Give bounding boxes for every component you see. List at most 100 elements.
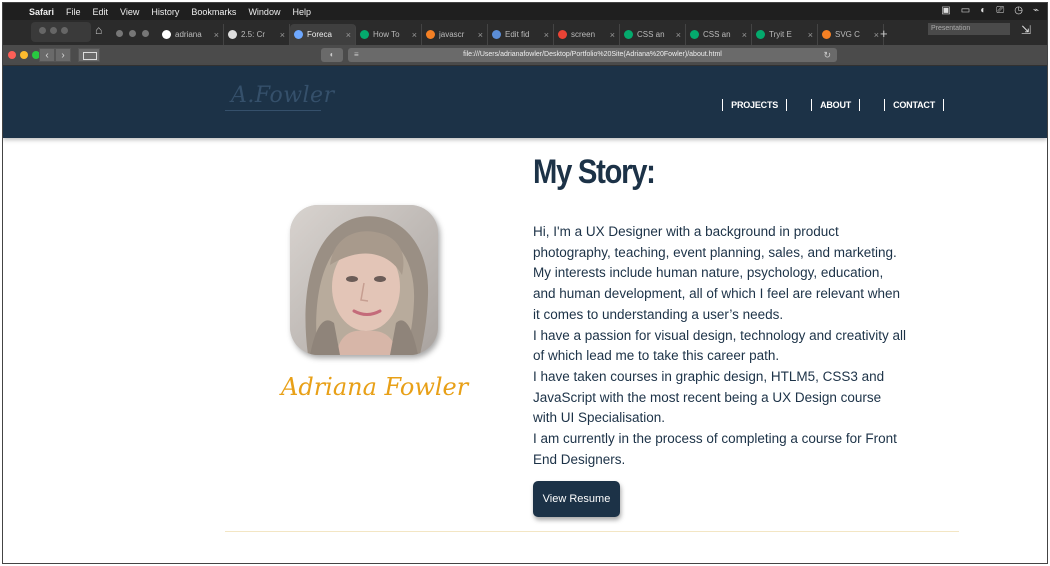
nav-contact-link[interactable]: CONTACT <box>893 100 935 110</box>
view-resume-button[interactable]: View Resume <box>533 481 620 517</box>
google-icon <box>558 30 567 39</box>
window-controls <box>8 51 40 59</box>
close-tab-icon[interactable]: × <box>874 30 879 40</box>
logo-underline <box>225 110 321 111</box>
presentation-field[interactable]: Presentation <box>928 23 1010 35</box>
nav-divider <box>786 99 788 111</box>
contrast-icon[interactable]: ◐ <box>980 5 986 16</box>
w3schools-icon <box>360 30 369 39</box>
url-text: file:///Users/adrianafowler/Desktop/Port… <box>463 51 722 58</box>
browser-tab[interactable]: SVG C × <box>818 24 884 45</box>
page-icon <box>228 30 237 39</box>
browser-tab[interactable]: CSS an × <box>620 24 686 45</box>
browser-tab[interactable]: How To × <box>356 24 422 45</box>
back-button[interactable]: ‹ <box>39 48 55 62</box>
profile-name: Adriana Fowler <box>281 373 469 401</box>
tabs: adriana × 2.5: Cr × Foreca × How To × javascr × Ed… <box>158 24 884 45</box>
nav-divider <box>859 99 861 111</box>
reader-icon[interactable]: ≡ <box>354 48 359 62</box>
sidebar-toggle-button[interactable] <box>78 48 100 62</box>
stack-icon <box>822 30 831 39</box>
close-tab-icon[interactable]: × <box>676 30 681 40</box>
close-window-button[interactable] <box>8 51 16 59</box>
story-paragraph: I have a passion for visual design, tech… <box>533 327 906 364</box>
browser-tab[interactable]: javascr × <box>422 24 488 45</box>
tab-title: Tryit E <box>769 30 792 39</box>
story-paragraph: I am currently in the process of complet… <box>533 431 897 467</box>
menu-view[interactable]: View <box>120 7 139 17</box>
nav-divider <box>722 99 724 111</box>
close-tab-icon[interactable]: × <box>610 30 615 40</box>
close-tab-icon[interactable]: × <box>346 30 351 40</box>
nav-projects-link[interactable]: PROJECTS <box>731 100 778 110</box>
close-tab-icon[interactable]: × <box>280 30 285 40</box>
github-icon <box>162 30 171 39</box>
menu-file[interactable]: File <box>66 7 81 17</box>
browser-tab[interactable]: Foreca × <box>290 24 356 45</box>
airplay-icon[interactable]: ⎚ <box>996 5 1004 16</box>
screen-frame: Safari File Edit View History Bookmarks … <box>2 2 1048 564</box>
site-nav: PROJECTS ABOUT CONTACT <box>714 99 952 111</box>
reload-icon[interactable]: ↻ <box>823 48 831 62</box>
close-tab-icon[interactable]: × <box>214 30 219 40</box>
window-icon[interactable]: ▭ <box>961 5 970 16</box>
privacy-shield-icon[interactable]: ◐ <box>321 48 343 62</box>
menu-history[interactable]: History <box>151 7 179 17</box>
close-tab-icon[interactable]: × <box>478 30 483 40</box>
menu-help[interactable]: Help <box>292 7 311 17</box>
tab-title: CSS an <box>637 30 665 39</box>
tab-strip: ⌂ adriana × 2.5: Cr × Foreca × How To × javascr ×… <box>3 20 1047 45</box>
globe-icon <box>294 30 303 39</box>
tab-title: Foreca <box>307 30 332 39</box>
tab-title: CSS an <box>703 30 731 39</box>
stack-icon <box>426 30 435 39</box>
menu-app-name[interactable]: Safari <box>29 7 54 17</box>
new-tab-plus-icon[interactable]: + <box>880 26 888 41</box>
w3schools-icon <box>624 30 633 39</box>
close-tab-icon[interactable]: × <box>808 30 813 40</box>
tab-title: screen <box>571 30 596 39</box>
display-icon[interactable]: ▣ <box>941 5 950 16</box>
section-divider <box>225 531 959 532</box>
menu-bookmarks[interactable]: Bookmarks <box>191 7 236 17</box>
macos-menubar: Safari File Edit View History Bookmarks … <box>3 3 1047 20</box>
nav-divider <box>811 99 813 111</box>
address-bar[interactable]: ≡ file:///Users/adrianafowler/Desktop/Po… <box>348 48 837 62</box>
profile-photo <box>290 205 438 355</box>
story-text: Hi, I'm a UX Designer with a background … <box>533 222 908 470</box>
tab-title: SVG C <box>835 30 860 39</box>
browser-tab[interactable]: screen × <box>554 24 620 45</box>
edit-icon <box>492 30 501 39</box>
nav-about-link[interactable]: ABOUT <box>820 100 851 110</box>
browser-tab[interactable]: 2.5: Cr × <box>224 24 290 45</box>
close-tab-icon[interactable]: × <box>742 30 747 40</box>
story-paragraph: Hi, I'm a UX Designer with a background … <box>533 224 900 322</box>
tab-group-dots <box>116 30 149 37</box>
close-tab-icon[interactable]: × <box>412 30 417 40</box>
w3schools-icon <box>690 30 699 39</box>
browser-tab[interactable]: Edit fid × <box>488 24 554 45</box>
close-tab-icon[interactable]: × <box>544 30 549 40</box>
browser-tab[interactable]: Tryit E × <box>752 24 818 45</box>
presenter-icon[interactable]: ⇲ <box>1021 23 1031 37</box>
browser-tab[interactable]: CSS an × <box>686 24 752 45</box>
tab-title: Edit fid <box>505 30 530 39</box>
minimize-window-button[interactable] <box>20 51 28 59</box>
home-icon[interactable]: ⌂ <box>95 23 102 37</box>
tab-title: How To <box>373 30 400 39</box>
browser-toolbar: ‹ › ◐ ≡ file:///Users/adrianafowler/Desk… <box>3 45 1047 66</box>
story-paragraph: I have taken courses in graphic design, … <box>533 368 885 426</box>
history-nav: ‹ › <box>39 48 71 62</box>
mini-window-preview <box>31 22 91 42</box>
browser-tab[interactable]: adriana × <box>158 24 224 45</box>
tab-title: javascr <box>439 30 465 39</box>
status-icons: ▣ ▭ ◐ ⎚ ◷ ⌁ <box>941 5 1039 16</box>
forward-button[interactable]: › <box>55 48 71 62</box>
site-header: A.Fowler PROJECTS ABOUT CONTACT <box>3 66 1047 138</box>
site-logo[interactable]: A.Fowler <box>231 83 335 108</box>
extra-icon[interactable]: ⌁ <box>1033 5 1039 16</box>
menu-window[interactable]: Window <box>248 7 280 17</box>
clock-icon[interactable]: ◷ <box>1014 5 1023 16</box>
tab-title: adriana <box>175 30 202 39</box>
menu-edit[interactable]: Edit <box>93 7 109 17</box>
